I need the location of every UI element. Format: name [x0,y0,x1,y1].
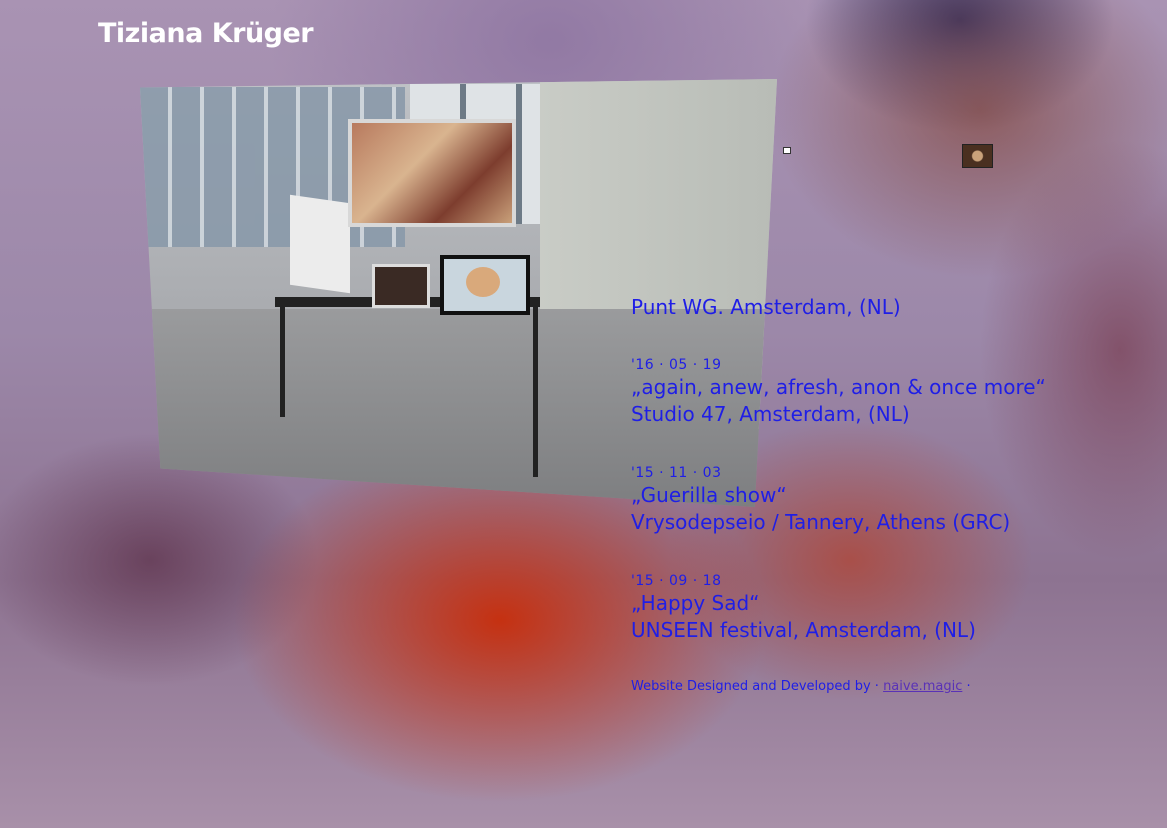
footer-credits: Website Designed and Developed by · naiv… [631,679,971,694]
list-item: Punt WG. Amsterdam, (NL) [631,294,1151,321]
footer-suffix: · [966,679,971,694]
list-item[interactable]: '15 · 11 · 03 „Guerilla show“ Vrysodepse… [631,464,1151,536]
event-date: '16 · 05 · 19 [631,357,722,373]
site-title[interactable]: Tiziana Krüger [98,18,314,49]
cursor-icon [783,147,791,154]
photo-table-leg [280,307,285,417]
photo-monitor [440,255,530,315]
event-title: „Happy Sad“ [631,591,760,615]
list-item[interactable]: '15 · 09 · 18 „Happy Sad“ UNSEEN festiva… [631,572,1151,644]
photo-laptop [372,264,430,308]
event-venue: Studio 47, Amsterdam, (NL) [631,402,910,426]
photo-table-leg [533,307,538,477]
event-date: '15 · 09 · 18 [631,573,722,589]
list-item[interactable]: '16 · 05 · 19 „again, anew, afresh, anon… [631,356,1151,428]
event-venue: Vrysodepseio / Tannery, Athens (GRC) [631,510,1011,534]
photo-whiteboard [290,194,350,294]
footer-text: Website Designed and Developed by · [631,679,879,694]
event-venue: UNSEEN festival, Amsterdam, (NL) [631,618,976,642]
photo-tv-screen [348,119,516,227]
event-venue: Punt WG. Amsterdam, (NL) [631,295,901,319]
event-title: „Guerilla show“ [631,483,787,507]
footer-link[interactable]: naive.magic [883,679,962,694]
exhibition-photo [140,79,777,507]
thumbnail-image[interactable] [962,144,993,168]
event-title: „again, anew, afresh, anon & once more“ [631,375,1046,399]
event-date: '15 · 11 · 03 [631,465,722,481]
